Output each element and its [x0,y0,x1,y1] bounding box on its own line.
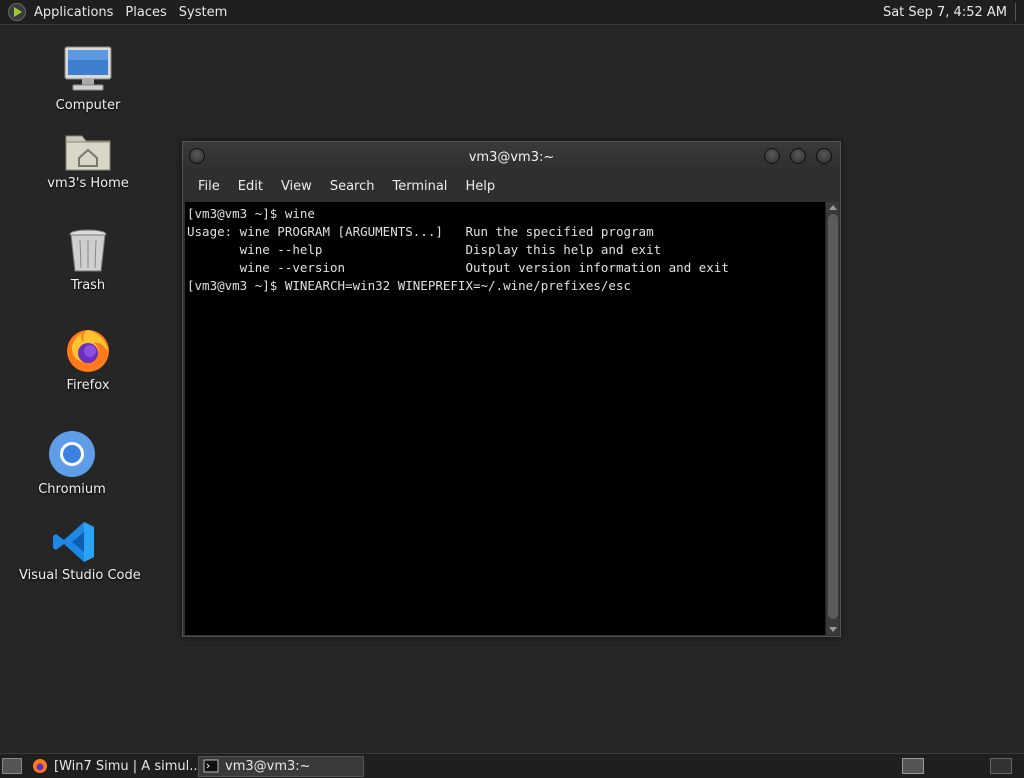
desktop-icon-trash[interactable]: Trash [33,228,143,293]
home-folder-icon [65,135,111,171]
desktop-icon-label: Trash [70,278,106,293]
minimize-button[interactable] [764,148,780,164]
menu-file[interactable]: File [189,179,229,194]
places-menu[interactable]: Places [119,0,172,25]
taskbar-item-label: [Win7 Simu | A simul... [54,758,202,774]
desktop-icon-label: vm3's Home [47,176,129,191]
taskbar-item-firefox[interactable]: [Win7 Simu | A simul... [28,756,202,777]
desktop-icon-label: Computer [55,98,121,113]
clock[interactable]: Sat Sep 7, 4:52 AM [877,0,1015,25]
firefox-icon [67,330,109,372]
taskbar-item-terminal[interactable]: vm3@vm3:~ [198,755,364,777]
desktop-icon-home[interactable]: vm3's Home [33,128,143,191]
menu-search[interactable]: Search [321,179,384,194]
desktop-icon-vscode[interactable]: Visual Studio Code [19,520,141,583]
menu-help[interactable]: Help [456,179,504,194]
workspace-switcher[interactable] [902,758,924,774]
desktop-icon-label: Visual Studio Code [19,568,141,583]
trash-applet-icon[interactable] [990,758,1012,774]
window-menu-icon[interactable] [189,148,205,164]
menu-view[interactable]: View [272,179,321,194]
scroll-up-icon[interactable] [829,205,837,210]
firefox-icon [33,759,47,773]
applications-logo-icon[interactable] [8,3,26,21]
desktop-icon-label: Firefox [66,378,110,393]
terminal-line: wine --help Display this help and exit [187,242,662,257]
panel-separator [1015,3,1016,21]
trash-icon [69,229,107,272]
system-menu[interactable]: System [173,0,233,25]
top-panel: Applications Places System Sat Sep 7, 4:… [0,0,1024,25]
menu-terminal[interactable]: Terminal [383,179,456,194]
terminal-output[interactable]: [vm3@vm3 ~]$ wine Usage: wine PROGRAM [AR… [185,202,826,635]
desktop-icon-firefox[interactable]: Firefox [33,326,143,393]
terminal-window[interactable]: vm3@vm3:~ File Edit View Search Terminal… [182,141,841,637]
close-button[interactable] [816,148,832,164]
show-desktop-icon[interactable] [2,758,22,774]
terminal-line: [vm3@vm3 ~]$ WINEARCH=win32 WINEPREFIX=~… [187,278,632,293]
terminal-line: wine --version Output version informatio… [187,260,729,275]
terminal-line: [vm3@vm3 ~]$ wine [187,206,315,221]
chromium-icon [49,431,95,477]
desktop-icon-computer[interactable]: Computer [33,44,143,113]
computer-icon [64,46,112,91]
desktop-icon-label: Chromium [38,482,106,497]
terminal-scrollbar[interactable] [825,202,839,635]
terminal-titlebar[interactable]: vm3@vm3:~ [183,142,840,172]
bottom-panel: [Win7 Simu | A simul... vm3@vm3:~ [0,753,1024,778]
terminal-line: Usage: wine PROGRAM [ARGUMENTS...] Run t… [187,224,654,239]
desktop-icon-chromium[interactable]: Chromium [17,430,127,497]
window-title: vm3@vm3:~ [468,149,555,165]
scroll-down-icon[interactable] [829,627,837,632]
scrollbar-thumb[interactable] [828,214,838,619]
terminal-menubar: File Edit View Search Terminal Help [183,172,840,200]
taskbar-item-label: vm3@vm3:~ [225,758,311,774]
maximize-button[interactable] [790,148,806,164]
vscode-icon [53,522,94,562]
terminal-icon [203,759,219,773]
applications-menu[interactable]: Applications [28,0,119,25]
menu-edit[interactable]: Edit [229,179,272,194]
